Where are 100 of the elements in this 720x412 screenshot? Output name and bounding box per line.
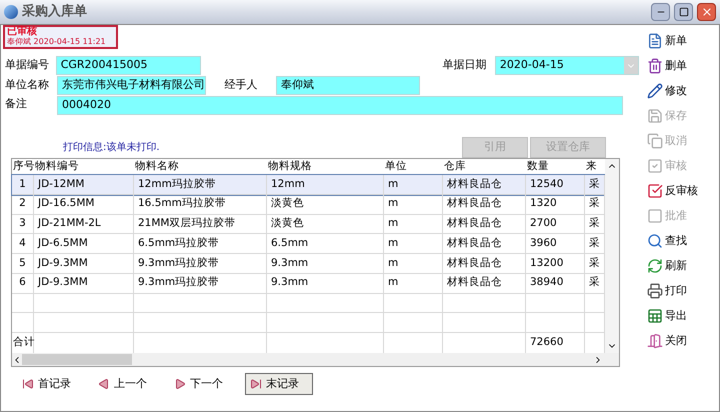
- field-label: 单据编号: [5, 57, 50, 74]
- toolbar-button[interactable]: 修改: [647, 81, 719, 101]
- printer-icon: [647, 283, 663, 299]
- company-field[interactable]: 东莞市伟兴电子材料有限公司: [57, 76, 206, 95]
- navigation-button[interactable]: 首记录: [17, 373, 85, 395]
- pages-icon: [647, 133, 663, 149]
- column-header[interactable]: 数量: [526, 159, 585, 174]
- table-cell: JD-12MM: [34, 175, 134, 194]
- toolbar-button[interactable]: 关闭: [647, 331, 719, 351]
- table-cell: JD-9.3MM: [34, 254, 134, 273]
- table-cell: JD-9.3MM: [34, 274, 134, 293]
- toolbar-button[interactable]: 打印: [647, 281, 719, 301]
- document-icon: [647, 33, 663, 49]
- table-cell: JD-6.5MM: [34, 234, 134, 254]
- navigation-button[interactable]: 上一个: [93, 373, 161, 395]
- table-cell: 16.5mm玛拉胶带: [134, 194, 267, 214]
- table-cell: m: [384, 214, 443, 234]
- table-cell: 6.5mm玛拉胶带: [134, 234, 267, 254]
- table-row[interactable]: 6 JD-9.3MM 9.3mm玛拉胶带 9.3mm m 材料良品仓 38940 采: [12, 274, 605, 294]
- triangle-icon: [98, 378, 110, 390]
- table-cell: 9.3mm玛拉胶带: [134, 254, 267, 273]
- table-cell: 9.3mm: [267, 274, 384, 293]
- total-label: 合计: [13, 335, 35, 350]
- door-icon: [647, 333, 663, 349]
- maximize-button[interactable]: [674, 3, 693, 21]
- table-cell: 4: [12, 234, 34, 254]
- table-cell: JD-21MM-2L: [34, 214, 134, 234]
- table-cell: m: [384, 234, 443, 254]
- table-row[interactable]: 3 JD-21MM-2L 21MM双层玛拉胶带 淡黄色 m 材料良品仓 2700 采: [12, 214, 605, 234]
- globe-icon: [4, 5, 18, 19]
- table-cell: 13200: [526, 254, 585, 273]
- table-row[interactable]: 4 JD-6.5MM 6.5mm玛拉胶带 6.5mm m 材料良品仓 3960 采: [12, 234, 605, 254]
- table-cell: 材料良品仓: [443, 175, 526, 194]
- number-field[interactable]: CGR200415005: [56, 56, 201, 75]
- table-cell: 材料良品仓: [443, 194, 526, 214]
- column-header[interactable]: 仓库: [443, 159, 526, 174]
- toolbar-button[interactable]: 反审核: [647, 181, 719, 201]
- table-cell: 5: [12, 254, 34, 273]
- field-label: 单据日期: [442, 57, 488, 74]
- maximize-icon: [678, 7, 688, 17]
- table-cell: 38940: [526, 274, 585, 293]
- print-info: 打印信息:该单未打印.: [63, 140, 160, 155]
- table-cell: JD-16.5MM: [34, 194, 134, 214]
- navigation-button[interactable]: 下一个: [169, 373, 237, 395]
- table-cell: 淡黄色: [267, 214, 384, 234]
- check-box-icon: [647, 158, 663, 174]
- horizontal-scrollbar[interactable]: [12, 353, 619, 366]
- field-label: 单位名称: [5, 77, 50, 94]
- table-cell: 9.3mm玛拉胶带: [134, 274, 267, 293]
- trash-icon: [647, 58, 663, 74]
- search-icon: [647, 233, 663, 249]
- table-cell: 2: [12, 194, 34, 214]
- column-header[interactable]: 单位: [384, 159, 443, 174]
- table-cell: 6.5mm: [267, 234, 384, 254]
- toolbar-button[interactable]: 新单: [647, 31, 719, 51]
- skip-icon: [22, 378, 34, 390]
- table-cell: 6: [12, 274, 34, 293]
- total-quantity: 72660: [529, 335, 564, 350]
- check-box-icon: [647, 183, 663, 199]
- table-row[interactable]: 1 JD-12MM 12mm玛拉胶带 12mm m 材料良品仓 12540 采: [12, 175, 605, 195]
- table-cell: 21MM双层玛拉胶带: [134, 214, 267, 234]
- table-cell: 材料良品仓: [443, 254, 526, 273]
- triangle-icon: [174, 378, 186, 390]
- toolbar-button[interactable]: 刷新: [647, 256, 719, 276]
- toolbar-button[interactable]: 查找: [647, 231, 719, 251]
- close-icon: [700, 6, 712, 18]
- column-header[interactable]: 物料规格: [267, 159, 384, 174]
- toolbar-button[interactable]: 导出: [647, 306, 719, 326]
- navigation-button[interactable]: 末记录: [245, 373, 313, 395]
- table-cell: 3: [12, 214, 34, 234]
- table-cell: 9.3mm: [267, 254, 384, 273]
- field-label: 备注: [5, 96, 28, 112]
- table-cell: 12540: [526, 175, 585, 194]
- table-cell: 1: [12, 175, 34, 194]
- table-row[interactable]: 2 JD-16.5MM 16.5mm玛拉胶带 淡黄色 m 材料良品仓 1320 采: [12, 194, 605, 215]
- handler-field[interactable]: 奉仰斌: [276, 76, 420, 95]
- scroll-thumb[interactable]: [22, 354, 132, 365]
- table-cell: 材料良品仓: [443, 274, 526, 293]
- toolbar-button[interactable]: 删单: [647, 56, 719, 76]
- column-header[interactable]: 物料编号: [34, 159, 134, 174]
- table-cell: m: [384, 274, 443, 293]
- table-cell: m: [384, 175, 443, 194]
- table-cell: 材料良品仓: [443, 234, 526, 254]
- column-header[interactable]: 物料名称: [134, 159, 267, 174]
- skip-icon: [250, 378, 262, 390]
- table-row[interactable]: 5 JD-9.3MM 9.3mm玛拉胶带 9.3mm m 材料良品仓 13200 采: [12, 254, 605, 274]
- field-label: 经手人: [224, 77, 258, 94]
- status-label: 已审核: [7, 27, 38, 37]
- table-cell: 淡黄色: [267, 194, 384, 214]
- spreadsheet-icon: [647, 308, 663, 324]
- table-cell: m: [384, 194, 443, 214]
- pencil-icon: [647, 83, 663, 99]
- table-cell: 3960: [526, 234, 585, 254]
- date-dropdown[interactable]: 2020-04-15: [494, 56, 639, 75]
- table-cell: 2700: [526, 214, 585, 234]
- save-icon: [647, 108, 663, 124]
- close-button[interactable]: [697, 3, 716, 21]
- vertical-scrollbar[interactable]: [605, 159, 619, 353]
- note-field[interactable]: 0004020: [57, 96, 623, 115]
- column-header[interactable]: 来: [585, 159, 605, 174]
